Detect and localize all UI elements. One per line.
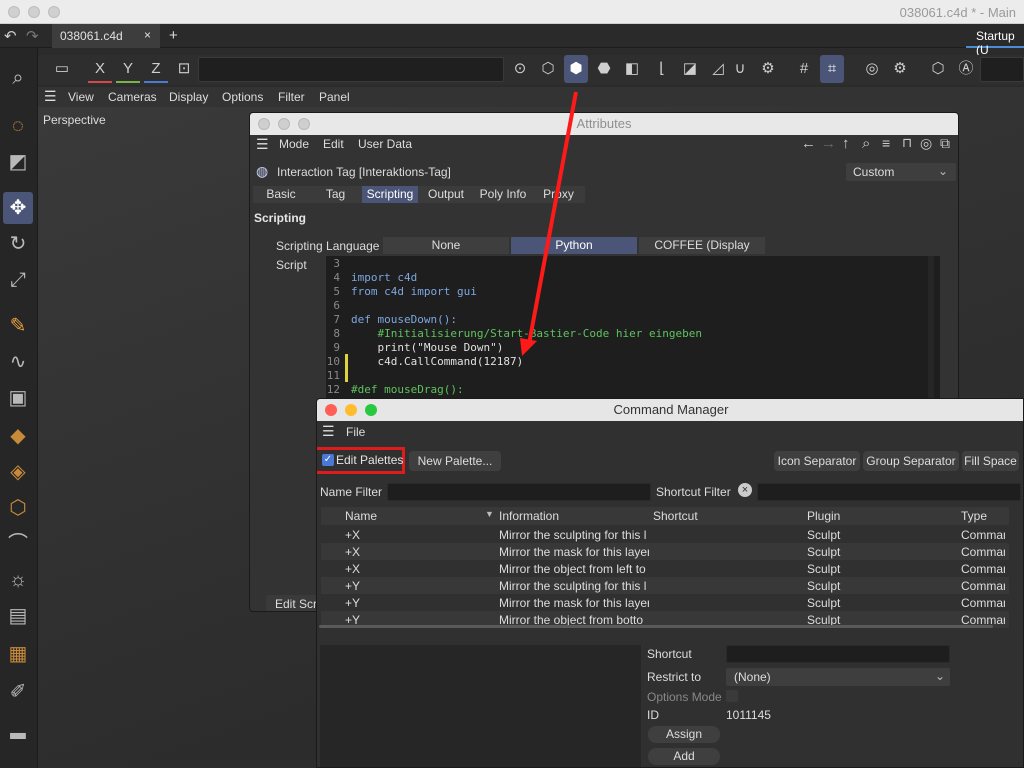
- annotation-arrow: [520, 91, 578, 356]
